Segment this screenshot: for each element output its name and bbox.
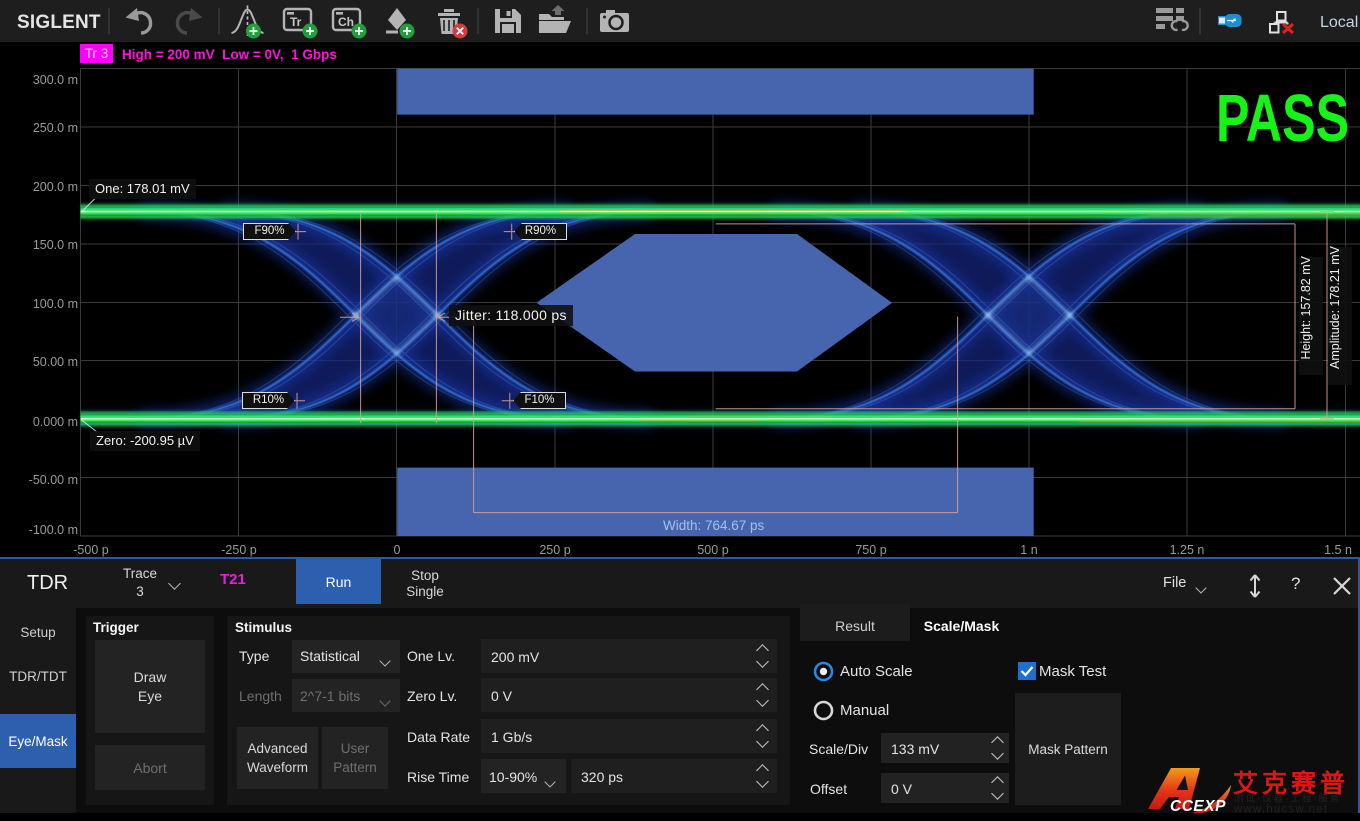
svg-text:CCEXP: CCEXP: [1170, 798, 1226, 813]
svg-text:SIGLENT: SIGLENT: [17, 12, 101, 33]
svg-text:Ch: Ch: [338, 15, 354, 29]
svg-text:Local: Local: [1320, 14, 1358, 31]
svg-text:Tr: Tr: [290, 15, 302, 29]
svg-text:www.hucsw.net: www.hucsw.net: [1233, 804, 1328, 814]
